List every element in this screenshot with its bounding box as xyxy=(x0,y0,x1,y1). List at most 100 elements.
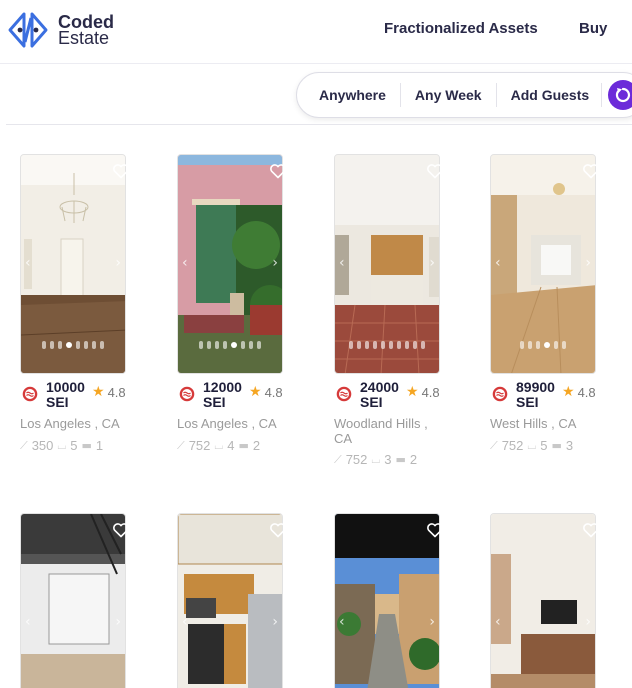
area-icon: ⟋ xyxy=(20,438,28,452)
prev-photo-icon[interactable]: ‹ xyxy=(25,255,31,271)
prev-photo-icon[interactable]: ‹ xyxy=(339,614,345,630)
prev-photo-icon[interactable]: ‹ xyxy=(495,255,501,271)
heart-icon[interactable] xyxy=(269,521,287,539)
listing-price: 24000 SEI xyxy=(360,380,410,410)
next-photo-icon[interactable]: › xyxy=(272,614,278,630)
photo-pagination xyxy=(335,341,439,349)
area-value: 752 xyxy=(501,438,524,453)
listing-card[interactable]: ‹ › 89900 SEI ★ 4.8 West Hills , CA ⟋ 752 ⌴… xyxy=(490,154,630,454)
photo-pagination xyxy=(21,341,125,349)
next-photo-icon[interactable]: › xyxy=(115,614,121,630)
search-when[interactable]: Any Week xyxy=(401,83,497,107)
prev-photo-icon[interactable]: ‹ xyxy=(182,255,188,271)
heart-icon[interactable] xyxy=(112,521,130,539)
listing-photo[interactable]: ‹ › xyxy=(177,154,283,374)
price-value: 10000 xyxy=(46,379,85,395)
beds-value: 2 xyxy=(409,452,418,467)
star-icon: ★ xyxy=(249,384,262,400)
heart-icon[interactable] xyxy=(426,162,444,180)
brand-line2: Estate xyxy=(58,28,110,48)
living-room-photo xyxy=(491,514,595,688)
next-photo-icon[interactable]: › xyxy=(115,255,121,271)
listing-photo[interactable]: ‹ › xyxy=(490,154,596,374)
heart-icon[interactable] xyxy=(426,521,444,539)
photo-pagination xyxy=(178,341,282,349)
next-photo-icon[interactable]: › xyxy=(429,255,435,271)
next-photo-icon[interactable]: › xyxy=(429,614,435,630)
price-row: 89900 SEI ★ 4.8 xyxy=(490,380,630,410)
area-icon: ⟋ xyxy=(177,438,185,452)
beds-value: 3 xyxy=(565,438,574,453)
baths-value: 5 xyxy=(540,438,548,453)
brand-logo[interactable]: Coded Estate xyxy=(6,10,114,50)
listing-card[interactable]: ‹ › xyxy=(490,513,630,688)
next-photo-icon[interactable]: › xyxy=(272,255,278,271)
alley-photo xyxy=(335,514,439,688)
price-row: 12000 SEI ★ 4.8 xyxy=(177,380,317,410)
listing-card[interactable]: ‹ › xyxy=(20,513,160,688)
prev-photo-icon[interactable]: ‹ xyxy=(182,614,188,630)
header-divider xyxy=(6,124,632,125)
listing-price: 89900 SEI xyxy=(516,380,566,410)
listing-specs: ⟋ 752 ⌴ 4 ▬ 2 xyxy=(177,438,260,453)
listing-photo[interactable]: ‹ › xyxy=(334,154,440,374)
listing-card[interactable]: ‹ › xyxy=(177,513,317,688)
listing-card[interactable]: ‹ › 12000 SEI ★ 4.8 Los Angeles , CA ⟋ 752 … xyxy=(177,154,317,454)
listing-rating: ★ 4.8 xyxy=(562,384,596,400)
bath-icon: ⌴ xyxy=(214,438,224,452)
listing-photo[interactable]: ‹ › xyxy=(20,513,126,688)
listing-price: 10000 SEI xyxy=(46,380,96,410)
loft-photo xyxy=(21,514,125,688)
bed-icon: ▬ xyxy=(81,439,92,452)
bath-icon: ⌴ xyxy=(371,452,381,466)
nav-fractionalized-assets[interactable]: Fractionalized Assets xyxy=(384,20,538,37)
prev-photo-icon[interactable]: ‹ xyxy=(25,614,31,630)
bed-icon: ▬ xyxy=(551,439,562,452)
next-photo-icon[interactable]: › xyxy=(585,255,591,271)
beds-value: 1 xyxy=(95,438,104,453)
price-unit: SEI xyxy=(360,394,383,410)
reset-icon xyxy=(616,87,631,103)
price-unit: SEI xyxy=(516,394,539,410)
heart-icon[interactable] xyxy=(112,162,130,180)
prev-photo-icon[interactable]: ‹ xyxy=(495,614,501,630)
listing-location: Los Angeles , CA xyxy=(177,416,277,431)
listing-price: 12000 SEI xyxy=(203,380,253,410)
area-value: 752 xyxy=(345,452,368,467)
search-bar[interactable]: Anywhere Any Week Add Guests xyxy=(296,72,632,118)
sei-coin-icon xyxy=(179,386,195,402)
search-guests[interactable]: Add Guests xyxy=(497,83,603,107)
area-icon: ⟋ xyxy=(334,452,342,466)
search-where[interactable]: Anywhere xyxy=(297,83,401,107)
prev-photo-icon[interactable]: ‹ xyxy=(339,255,345,271)
area-icon: ⟋ xyxy=(490,438,498,452)
listing-photo[interactable]: ‹ › xyxy=(334,513,440,688)
sei-coin-icon xyxy=(336,386,352,402)
baths-value: 3 xyxy=(384,452,392,467)
heart-icon[interactable] xyxy=(582,521,600,539)
listing-card[interactable]: ‹ › xyxy=(334,513,474,688)
beds-value: 2 xyxy=(252,438,261,453)
listing-specs: ⟋ 752 ⌴ 5 ▬ 3 xyxy=(490,438,573,453)
star-icon: ★ xyxy=(92,384,105,400)
photo-pagination xyxy=(491,341,595,349)
bed-icon: ▬ xyxy=(238,439,249,452)
price-unit: SEI xyxy=(46,394,69,410)
area-value: 350 xyxy=(31,438,54,453)
listing-photo[interactable]: ‹ › xyxy=(177,513,283,688)
bath-icon: ⌴ xyxy=(527,438,537,452)
baths-value: 4 xyxy=(227,438,235,453)
listing-photo[interactable]: ‹ › xyxy=(20,154,126,374)
next-photo-icon[interactable]: › xyxy=(585,614,591,630)
reset-button[interactable] xyxy=(608,80,632,110)
rating-value: 4.8 xyxy=(421,384,440,400)
nav-buy[interactable]: Buy xyxy=(579,20,607,37)
sei-coin-icon xyxy=(492,386,508,402)
listing-location: Los Angeles , CA xyxy=(20,416,120,431)
listing-photo[interactable]: ‹ › xyxy=(490,513,596,688)
heart-icon[interactable] xyxy=(269,162,287,180)
listing-card[interactable]: ‹ › 10000 SEI ★ 4.8 Los Angeles , CA ⟋ 350 … xyxy=(20,154,160,454)
heart-icon[interactable] xyxy=(582,162,600,180)
rating-value: 4.8 xyxy=(107,384,126,400)
listing-card[interactable]: ‹ › 24000 SEI ★ 4.8 Woodland Hills , CA ⟋ 7… xyxy=(334,154,474,474)
